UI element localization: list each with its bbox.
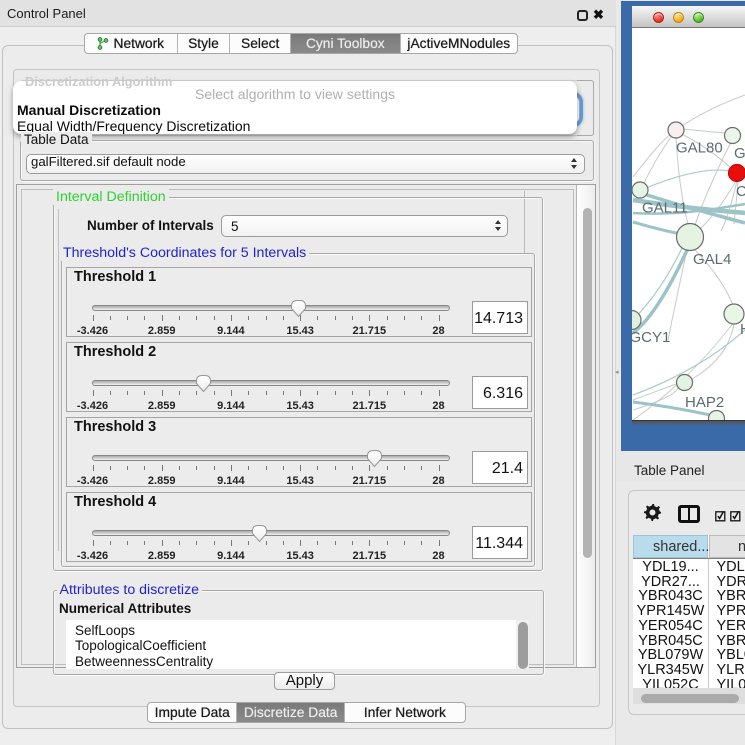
svg-text:H: H [740, 321, 745, 338]
svg-text:C: C [736, 183, 745, 200]
svg-text:GAL11: GAL11 [642, 200, 688, 217]
svg-text:GAL80: GAL80 [676, 140, 723, 157]
svg-text:GAL4: GAL4 [693, 251, 731, 268]
svg-text:HAP2: HAP2 [685, 394, 724, 411]
svg-text:GCY1: GCY1 [632, 329, 670, 346]
svg-text:GA: GA [734, 145, 745, 162]
